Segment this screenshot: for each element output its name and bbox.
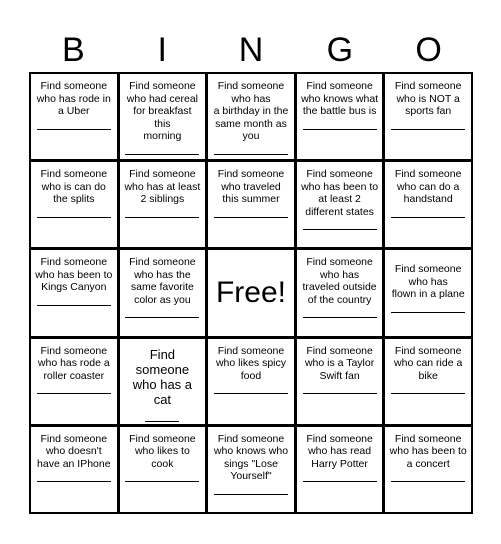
- cell-prompt: Find someone who can do a handstand: [394, 168, 462, 206]
- signature-line: [36, 393, 111, 395]
- header-letter-i: I: [157, 31, 167, 69]
- free-space-label: Free!: [215, 275, 286, 309]
- cell-prompt: Find someone who is NOT a sports fan: [394, 80, 462, 117]
- bingo-cell[interactable]: Find someone who has at least 2 siblings: [119, 162, 206, 248]
- signature-line: [125, 481, 200, 483]
- bingo-cell[interactable]: Find someone who has been to Kings Canyo…: [31, 250, 117, 336]
- cell-prompt: Find someone who has rode a roller coast…: [37, 344, 110, 382]
- bingo-cell[interactable]: Find someone who has rode in a Uber: [31, 74, 117, 160]
- bingo-cell[interactable]: Find someone who has the same favorite c…: [119, 250, 206, 336]
- cell-prompt: Find someone who likes spicy food: [215, 344, 286, 382]
- cell-prompt: Find someone who has been to a concert: [389, 432, 467, 470]
- cell-prompt: Find someone who is can do the splits: [40, 168, 108, 206]
- cell-prompt: Find someone who likes to cook: [129, 432, 196, 470]
- bingo-cell[interactable]: Find someone who has flown in a plane: [385, 250, 471, 336]
- bingo-cell[interactable]: Find someone who likes to cook: [119, 426, 206, 512]
- bingo-cell[interactable]: Find someone who knows what the battle b…: [296, 74, 383, 160]
- signature-line: [391, 311, 466, 313]
- bingo-cell[interactable]: Find someone who has rode a roller coast…: [31, 338, 117, 424]
- cell-prompt: Find someone who knows who sings "Lose Y…: [213, 432, 289, 483]
- bingo-cell[interactable]: Find someone who can do a handstand: [385, 162, 471, 248]
- signature-line: [145, 420, 180, 422]
- signature-line: [125, 216, 200, 218]
- signature-line: [391, 128, 466, 130]
- cell-prompt: Find someone who is a Taylor Swift fan: [304, 344, 375, 382]
- bingo-cell[interactable]: Find someone who is can do the splits: [31, 162, 117, 248]
- signature-line: [391, 393, 466, 395]
- signature-line: [302, 393, 377, 395]
- signature-line: [302, 128, 377, 130]
- bingo-cell[interactable]: Find someone who is a Taylor Swift fan: [296, 338, 383, 424]
- signature-line: [36, 481, 111, 483]
- bingo-cell[interactable]: Find someone who has traveled outside of…: [296, 250, 383, 336]
- bingo-cell[interactable]: Find someone who has a birthday in the s…: [208, 74, 294, 160]
- header-letter-b: B: [62, 31, 85, 69]
- signature-line: [302, 229, 377, 231]
- bingo-cell[interactable]: Find someone who has been to at least 2 …: [296, 162, 383, 248]
- signature-line: [213, 216, 288, 218]
- cell-prompt: Find someone who had cereal for breakfas…: [126, 80, 198, 142]
- cell-prompt: Find someone who doesn't have an IPhone: [37, 432, 111, 470]
- bingo-cell[interactable]: Find someone who traveled this summer: [208, 162, 294, 248]
- signature-line: [125, 153, 200, 155]
- bingo-board: Find someone who has rode in a Uber Find …: [29, 72, 473, 514]
- bingo-cell[interactable]: Find someone who knows who sings "Lose Y…: [208, 426, 294, 512]
- cell-prompt: Find someone who has a birthday in the s…: [213, 80, 289, 142]
- cell-prompt: Find someone who traveled this summer: [217, 168, 285, 206]
- cell-prompt: Find someone who has been to at least 2 …: [301, 168, 379, 218]
- signature-line: [36, 304, 111, 306]
- bingo-cell[interactable]: Find someone who has been to a concert: [385, 426, 471, 512]
- bingo-cell[interactable]: Find someone who is NOT a sports fan: [385, 74, 471, 160]
- bingo-cell[interactable]: Find someone who likes spicy food: [208, 338, 294, 424]
- signature-line: [302, 317, 377, 319]
- cell-prompt: Find someone who has been to Kings Canyo…: [35, 256, 113, 294]
- signature-line: [36, 128, 111, 130]
- bingo-cell[interactable]: Find someone who doesn't have an IPhone: [31, 426, 117, 512]
- cell-prompt: Find someone who knows what the battle b…: [301, 80, 379, 117]
- bingo-cell[interactable]: Find someone who has a cat: [119, 338, 206, 424]
- cell-prompt: Find someone who has traveled outside of…: [302, 256, 377, 306]
- bingo-cell[interactable]: Find someone who has read Harry Potter: [296, 426, 383, 512]
- header-letter-o: O: [415, 31, 442, 69]
- cell-prompt: Find someone who can ride a bike: [394, 344, 463, 382]
- cell-prompt: Find someone who has a cat: [132, 346, 193, 407]
- signature-line: [302, 481, 377, 483]
- cell-prompt: Find someone who has the same favorite c…: [129, 256, 196, 306]
- header-letter-g: G: [326, 31, 354, 69]
- bingo-header: B I N G O: [29, 30, 473, 72]
- cell-prompt: Find someone who has read Harry Potter: [306, 432, 373, 470]
- signature-line: [391, 481, 466, 483]
- signature-line: [36, 216, 111, 218]
- signature-line: [213, 493, 288, 495]
- signature-line: [213, 393, 288, 395]
- header-letter-n: N: [238, 31, 264, 69]
- signature-line: [125, 317, 200, 319]
- bingo-cell[interactable]: Find someone who had cereal for breakfas…: [119, 74, 206, 160]
- cell-prompt: Find someone who has rode in a Uber: [36, 80, 111, 117]
- cell-prompt: Find someone who has flown in a plane: [391, 263, 465, 301]
- cell-prompt: Find someone who has at least 2 siblings: [124, 168, 201, 206]
- signature-line: [213, 153, 288, 155]
- signature-line: [391, 216, 466, 218]
- bingo-cell[interactable]: Find someone who can ride a bike: [385, 338, 471, 424]
- free-space-cell[interactable]: Free!: [208, 250, 294, 336]
